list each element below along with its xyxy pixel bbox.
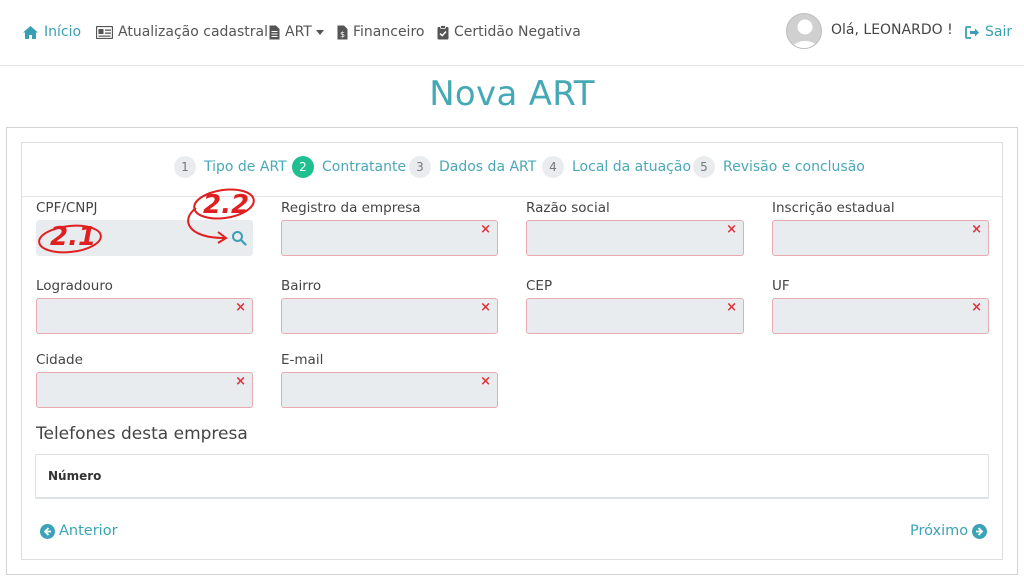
street-input[interactable] bbox=[37, 299, 252, 333]
nav-registration-update-link[interactable]: Atualização cadastral bbox=[96, 22, 268, 42]
phones-table: Número bbox=[35, 454, 989, 499]
company-registry-input[interactable] bbox=[282, 221, 497, 255]
zip-input[interactable] bbox=[527, 299, 743, 333]
state-registration-field: × bbox=[772, 220, 989, 256]
step-number: 3 bbox=[409, 156, 431, 178]
state-registration-label: Inscrição estadual bbox=[772, 200, 895, 216]
cpf-cnpj-label: CPF/CNPJ bbox=[36, 200, 98, 216]
user-avatar[interactable] bbox=[786, 13, 822, 49]
step-label: Local da atuação bbox=[572, 159, 692, 175]
company-name-label: Razão social bbox=[526, 200, 610, 216]
district-input[interactable] bbox=[282, 299, 497, 333]
zip-field: × bbox=[526, 298, 744, 334]
annotation-label-2-2: 2.2 bbox=[203, 190, 250, 220]
nav-home-link[interactable]: Início bbox=[22, 22, 81, 42]
logout-label: Sair bbox=[985, 24, 1013, 40]
step-1[interactable]: 1 Tipo de ART bbox=[174, 156, 287, 178]
nav-art-label: ART bbox=[285, 24, 312, 40]
street-field: × bbox=[36, 298, 253, 334]
company-registry-label: Registro da empresa bbox=[281, 200, 421, 216]
nav-financial-label: Financeiro bbox=[353, 24, 425, 40]
company-name-field: × bbox=[526, 220, 744, 256]
state-registration-input[interactable] bbox=[773, 221, 988, 255]
street-label: Logradouro bbox=[36, 278, 113, 294]
wizard-stepper: 1 Tipo de ART 2 Contratante 3 Dados da A… bbox=[0, 156, 1024, 182]
error-icon: × bbox=[480, 222, 491, 237]
step-label: Revisão e conclusão bbox=[723, 159, 865, 175]
sign-out-icon bbox=[965, 25, 980, 39]
clipboard-check-icon bbox=[437, 24, 449, 40]
step-2[interactable]: 2 Contratante bbox=[292, 156, 406, 178]
error-icon: × bbox=[971, 300, 982, 315]
zip-label: CEP bbox=[526, 278, 553, 294]
phone-number-column-header: Número bbox=[48, 469, 102, 483]
city-label: Cidade bbox=[36, 352, 83, 368]
email-field: × bbox=[281, 372, 498, 408]
arrow-left-circle-icon bbox=[40, 523, 55, 539]
nav-financial-link[interactable]: $ Financeiro bbox=[337, 22, 424, 42]
email-input[interactable] bbox=[282, 373, 497, 407]
home-icon bbox=[22, 25, 39, 40]
city-input[interactable] bbox=[37, 373, 252, 407]
error-icon: × bbox=[235, 374, 246, 389]
user-greeting: Olá, LEONARDO ! bbox=[831, 22, 953, 38]
error-icon: × bbox=[726, 300, 737, 315]
nav-registration-update-label: Atualização cadastral bbox=[118, 24, 269, 40]
step-4[interactable]: 4 Local da atuação bbox=[542, 156, 691, 178]
email-label: E-mail bbox=[281, 352, 324, 368]
state-field: × bbox=[772, 298, 989, 334]
city-field: × bbox=[36, 372, 253, 408]
svg-text:$: $ bbox=[340, 30, 345, 39]
step-number: 2 bbox=[292, 156, 314, 178]
error-icon: × bbox=[726, 222, 737, 237]
error-icon: × bbox=[480, 374, 491, 389]
step-number: 5 bbox=[693, 156, 715, 178]
next-label: Próximo bbox=[910, 523, 969, 539]
error-icon: × bbox=[235, 300, 246, 315]
page-title: Nova ART bbox=[429, 74, 595, 114]
annotation-2-1: 2.1 bbox=[36, 222, 106, 256]
company-registry-field: × bbox=[281, 220, 498, 256]
step-5[interactable]: 5 Revisão e conclusão bbox=[693, 156, 865, 178]
state-label: UF bbox=[772, 278, 790, 294]
previous-label: Anterior bbox=[59, 523, 118, 539]
money-file-icon: $ bbox=[337, 25, 348, 40]
error-icon: × bbox=[480, 300, 491, 315]
file-icon bbox=[269, 25, 280, 40]
step-label: Tipo de ART bbox=[204, 159, 287, 175]
logout-link[interactable]: Sair bbox=[965, 22, 1012, 42]
nav-home-label: Início bbox=[44, 24, 82, 40]
step-3[interactable]: 3 Dados da ART bbox=[409, 156, 536, 178]
nav-negative-certificate-label: Certidão Negativa bbox=[454, 24, 581, 40]
user-silhouette-icon bbox=[787, 14, 821, 48]
stepper-divider bbox=[22, 196, 1002, 197]
error-icon: × bbox=[971, 222, 982, 237]
nav-negative-certificate-link[interactable]: Certidão Negativa bbox=[437, 22, 581, 42]
step-label: Dados da ART bbox=[439, 159, 537, 175]
district-label: Bairro bbox=[281, 278, 322, 294]
arrow-right-circle-icon bbox=[972, 523, 988, 539]
phones-section-title: Telefones desta empresa bbox=[36, 424, 248, 444]
step-number: 4 bbox=[542, 156, 564, 178]
caret-down-icon bbox=[315, 29, 324, 35]
annotation-label-2-1: 2.1 bbox=[50, 222, 97, 252]
company-name-input[interactable] bbox=[527, 221, 743, 255]
top-navbar: Início Atualização cadastral ART $ Finan… bbox=[0, 0, 1024, 66]
nav-art-dropdown[interactable]: ART bbox=[269, 22, 324, 42]
step-number: 1 bbox=[174, 156, 196, 178]
step-label: Contratante bbox=[322, 159, 407, 175]
state-input[interactable] bbox=[773, 299, 988, 333]
next-button[interactable]: Próximo bbox=[910, 523, 988, 539]
district-field: × bbox=[281, 298, 498, 334]
previous-button[interactable]: Anterior bbox=[40, 523, 118, 539]
annotation-2-2: 2.2 bbox=[178, 186, 258, 246]
id-card-icon bbox=[96, 25, 113, 39]
